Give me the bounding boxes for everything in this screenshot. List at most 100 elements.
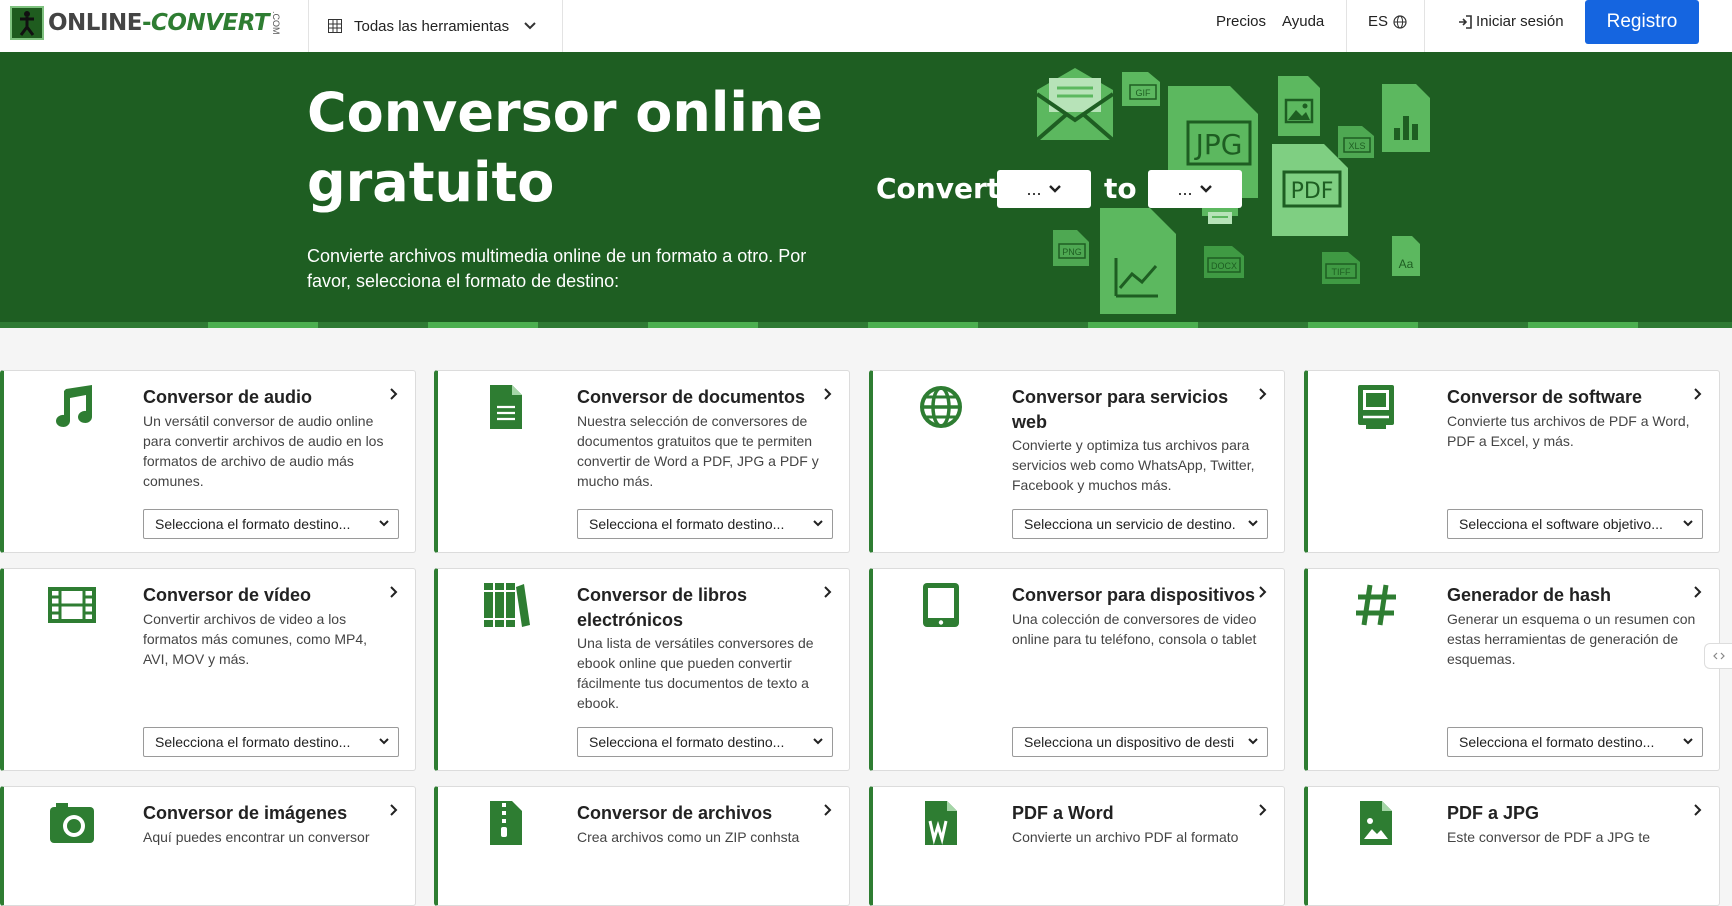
format-select[interactable]: Selecciona el formato destino... bbox=[143, 509, 399, 539]
converter-card-webservice[interactable]: Conversor para servicios web Convierte y… bbox=[869, 370, 1285, 553]
page-title: Conversor online gratuito bbox=[307, 81, 823, 214]
logo-word-online: ONLINE bbox=[48, 10, 142, 36]
gif-file-icon: GIF bbox=[1122, 72, 1160, 106]
target-format-select[interactable]: ... bbox=[1148, 170, 1242, 208]
software-select[interactable]: Selecciona el software objetivo... bbox=[1447, 509, 1703, 539]
card-title: Conversor de imágenes bbox=[143, 803, 348, 823]
chevron-right-icon bbox=[1259, 388, 1267, 400]
card-title: Generador de hash bbox=[1447, 585, 1612, 605]
chevron-right-icon bbox=[390, 804, 398, 816]
card-title: Conversor de vídeo bbox=[143, 585, 312, 605]
card-description: Crea archivos como un ZIP conhsta bbox=[577, 829, 800, 845]
card-title: Conversor de documentos bbox=[577, 387, 806, 407]
software-select-value: Selecciona el software objetivo... bbox=[1459, 516, 1663, 532]
format-select[interactable]: Selecciona el formato destino... bbox=[577, 509, 833, 539]
converter-card-ebook[interactable]: Conversor de libros electrónicos Una lis… bbox=[434, 568, 850, 771]
site-logo[interactable]: ONLINE-CONVERT .COM bbox=[10, 6, 281, 40]
card-description: Convierte y optimiza tus archivos para s… bbox=[1012, 437, 1255, 493]
converter-card-documents[interactable]: Conversor de documentos Nuestra selecció… bbox=[434, 370, 850, 553]
all-tools-dropdown[interactable]: Todas las herramientas bbox=[328, 12, 537, 40]
hero-banner bbox=[0, 52, 1732, 328]
camera-icon bbox=[50, 803, 94, 843]
language-selector[interactable]: ES bbox=[1368, 13, 1407, 30]
card-title: PDF a Word bbox=[1012, 803, 1114, 823]
chevron-right-icon bbox=[1694, 388, 1702, 400]
chevron-right-icon bbox=[1694, 586, 1702, 598]
document-icon bbox=[490, 385, 522, 429]
chevron-down-icon bbox=[1048, 185, 1061, 193]
converter-card-video[interactable]: Conversor de vídeo Convertir archivos de… bbox=[0, 568, 416, 771]
card-description: Convierte tus archivos de PDF a Word, PD… bbox=[1447, 413, 1690, 449]
format-select-value: Selecciona el formato destino... bbox=[1459, 734, 1655, 750]
zip-file-icon bbox=[490, 801, 522, 845]
card-description: Este conversor de PDF a JPG te bbox=[1447, 829, 1651, 845]
converter-card-hash[interactable]: Generador de hash Generar un esquema o u… bbox=[1304, 568, 1720, 771]
pdf-label: PDF bbox=[1291, 179, 1334, 204]
chevron-right-icon bbox=[390, 388, 398, 400]
font-file-icon: Aa bbox=[1392, 236, 1420, 276]
line-chart-file-icon bbox=[1100, 208, 1176, 314]
device-select-value: Selecciona un dispositivo de desti bbox=[1024, 734, 1235, 750]
card-description: Convierte un archivo PDF al formato bbox=[1012, 829, 1239, 845]
card-title: Conversor para dispositivos bbox=[1012, 585, 1256, 605]
word-file-icon bbox=[925, 801, 957, 845]
nav-divider bbox=[562, 0, 563, 52]
logo-wordmark: ONLINE-CONVERT bbox=[48, 10, 270, 36]
envelope-icon bbox=[1035, 68, 1115, 142]
nav-divider bbox=[1346, 0, 1347, 52]
format-select[interactable]: Selecciona el formato destino... bbox=[1447, 727, 1703, 757]
chart-file-icon bbox=[1382, 84, 1430, 152]
card-title: Conversor para servicios web bbox=[1012, 387, 1229, 432]
pdf-file-icon: PDF bbox=[1272, 144, 1348, 236]
help-link[interactable]: Ayuda bbox=[1282, 13, 1324, 30]
chevron-right-icon bbox=[824, 804, 832, 816]
hero-stripe-accent bbox=[1528, 322, 1638, 328]
logo-mark-icon bbox=[10, 6, 44, 40]
png-file-icon: PNG bbox=[1053, 230, 1089, 266]
top-navbar: ONLINE-CONVERT .COM Todas las herramient… bbox=[0, 0, 1732, 53]
chevron-down-icon bbox=[1683, 738, 1693, 745]
sign-in-icon bbox=[1459, 14, 1472, 29]
card-description: Una lista de versátiles conversores de e… bbox=[577, 635, 814, 711]
converter-card-audio[interactable]: Conversor de audio Un versátil conversor… bbox=[0, 370, 416, 553]
gif-label: GIF bbox=[1136, 88, 1152, 98]
source-format-value: ... bbox=[1026, 178, 1042, 199]
converter-card-devices[interactable]: Conversor para dispositivos Una colecció… bbox=[869, 568, 1285, 771]
card-description: Un versátil conversor de audio online pa… bbox=[143, 413, 384, 489]
pricing-link[interactable]: Precios bbox=[1216, 13, 1266, 30]
service-select-value: Selecciona un servicio de destino. bbox=[1024, 516, 1236, 532]
format-select[interactable]: Selecciona el formato destino... bbox=[143, 727, 399, 757]
converter-card-pdf-to-word[interactable]: PDF a Word Convierte un archivo PDF al f… bbox=[869, 786, 1285, 906]
login-link[interactable]: Iniciar sesión bbox=[1458, 13, 1564, 30]
tiff-file-icon: TIFF bbox=[1322, 252, 1360, 284]
device-select[interactable]: Selecciona un dispositivo de desti bbox=[1012, 727, 1268, 757]
hero-stripe-accent bbox=[1308, 322, 1418, 328]
logo-com: .COM bbox=[271, 11, 282, 35]
to-label: to bbox=[1104, 172, 1137, 205]
converter-card-software[interactable]: Conversor de software Convierte tus arch… bbox=[1304, 370, 1720, 553]
png-label: PNG bbox=[1062, 247, 1082, 257]
login-label: Iniciar sesión bbox=[1476, 13, 1564, 30]
nav-divider bbox=[1424, 0, 1425, 52]
music-note-icon bbox=[56, 385, 92, 427]
chevron-down-icon bbox=[524, 22, 536, 30]
globe-icon bbox=[1393, 14, 1407, 29]
chevron-right-icon bbox=[390, 586, 398, 598]
converter-card-pdf-to-jpg[interactable]: PDF a JPG Este conversor de PDF a JPG te bbox=[1304, 786, 1720, 906]
register-button[interactable]: Registro bbox=[1585, 0, 1699, 44]
source-format-select[interactable]: ... bbox=[997, 170, 1091, 208]
chevron-down-icon bbox=[1683, 520, 1693, 527]
chevron-down-icon bbox=[1248, 738, 1258, 745]
hero-stripe-accent bbox=[1088, 322, 1198, 328]
language-code: ES bbox=[1368, 13, 1389, 30]
docx-label: DOCX bbox=[1211, 261, 1237, 271]
converter-card-archives[interactable]: Conversor de archivos Crea archivos como… bbox=[434, 786, 850, 906]
format-select-value: Selecciona el formato destino... bbox=[589, 516, 785, 532]
converter-card-images[interactable]: Conversor de imágenes Aquí puedes encont… bbox=[0, 786, 416, 906]
service-select[interactable]: Selecciona un servicio de destino. bbox=[1012, 509, 1268, 539]
film-icon bbox=[48, 587, 96, 623]
side-widget-tab[interactable] bbox=[1704, 643, 1732, 669]
format-select[interactable]: Selecciona el formato destino... bbox=[577, 727, 833, 757]
hero-stripe-accent bbox=[868, 322, 978, 328]
docx-file-icon: DOCX bbox=[1204, 246, 1244, 278]
